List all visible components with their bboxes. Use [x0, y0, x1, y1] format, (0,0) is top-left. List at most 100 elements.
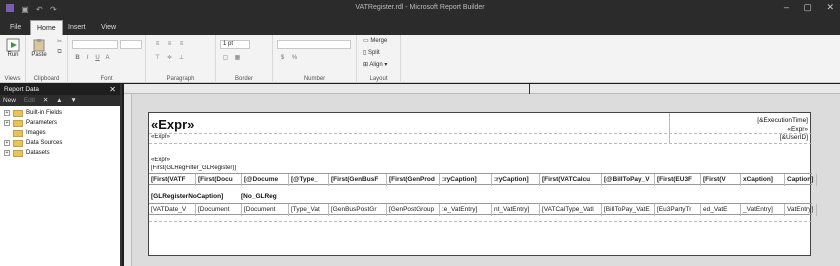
- detail-cell[interactable]: [Type_Vat: [289, 204, 329, 216]
- run-icon: [6, 38, 20, 52]
- underline-icon[interactable]: U: [94, 55, 101, 62]
- tree-item-built-in-fields[interactable]: + Built-in Fields: [0, 108, 120, 118]
- align-top-icon[interactable]: ⊤: [154, 55, 161, 62]
- column-header-cell[interactable]: [First(GenProd: [387, 174, 440, 186]
- paste-icon: [33, 39, 45, 52]
- expand-icon[interactable]: +: [4, 140, 10, 146]
- tab-insert[interactable]: Insert: [62, 20, 92, 35]
- minimize-button[interactable]: –: [784, 2, 789, 12]
- expr-small-textbox-2[interactable]: «Expr»: [151, 157, 170, 163]
- border-style-icon[interactable]: ▢: [222, 55, 229, 62]
- filter-textbox[interactable]: [First(GLRegFilter_GLRegister)]: [151, 165, 236, 171]
- column-header-cell[interactable]: Caption]: [785, 174, 817, 186]
- detail-cell[interactable]: _VatEntry]: [741, 204, 785, 216]
- align-bottom-icon[interactable]: ⊥: [178, 55, 185, 62]
- align-right-icon[interactable]: ≡: [178, 41, 185, 48]
- detail-cell[interactable]: nt_VatEntry]: [492, 204, 540, 216]
- group-caption-textbox[interactable]: [GLRegisterNoCaption]: [151, 193, 223, 200]
- report-body[interactable]: «Expr» [&ExecutionTime] «Expr» [&UserID]…: [148, 112, 817, 256]
- align-button[interactable]: ⊞ Align ▾: [363, 61, 401, 68]
- font-group-label: Font: [100, 76, 113, 82]
- expr-small-textbox[interactable]: «Expr»: [151, 134, 170, 140]
- detail-cell[interactable]: [VATCalType_Vatl: [540, 204, 602, 216]
- detail-cell[interactable]: VatEntry]: [785, 204, 817, 216]
- font-color-icon[interactable]: A: [104, 55, 111, 62]
- border-color-icon[interactable]: ▦: [234, 55, 241, 62]
- move-up-icon[interactable]: ▲: [56, 97, 62, 104]
- detail-cell[interactable]: :e_VatEntry]: [440, 204, 492, 216]
- split-label: Split: [367, 50, 380, 56]
- font-size-combo[interactable]: [120, 40, 142, 49]
- cut-icon[interactable]: ✂: [56, 39, 63, 46]
- tree-item-images[interactable]: Images: [0, 128, 120, 138]
- tree-item-data-sources[interactable]: + Data Sources: [0, 138, 120, 148]
- tree-item-parameters[interactable]: + Parameters: [0, 118, 120, 128]
- user-id-textbox[interactable]: [&UserID]: [780, 134, 808, 141]
- column-header-cell[interactable]: [@Docume: [242, 174, 289, 186]
- detail-cell[interactable]: ed_VatE: [701, 204, 741, 216]
- report-data-tree: + Built-in Fields + Parameters Images + Dat…: [0, 106, 120, 158]
- paste-button[interactable]: Paste: [30, 38, 48, 58]
- column-header-cell[interactable]: xCaption]: [741, 174, 785, 186]
- percent-icon[interactable]: %: [291, 55, 298, 62]
- new-button[interactable]: New: [3, 97, 16, 104]
- split-button[interactable]: ▯ Split: [363, 49, 401, 56]
- expand-icon[interactable]: +: [4, 120, 10, 126]
- tab-home[interactable]: Home: [30, 20, 63, 35]
- edit-button[interactable]: Edit: [24, 97, 35, 104]
- copy-icon[interactable]: ⧉: [56, 49, 63, 56]
- detail-cell[interactable]: [Document: [196, 204, 242, 216]
- column-header-cell[interactable]: [First(EU3F: [655, 174, 701, 186]
- close-button[interactable]: ✕: [826, 2, 834, 12]
- dashed-line: [149, 143, 812, 144]
- expr-right-textbox[interactable]: «Expr»: [787, 126, 808, 133]
- number-format-combo[interactable]: [277, 40, 351, 49]
- column-header-cell[interactable]: [@Type_: [289, 174, 329, 186]
- column-header-cell[interactable]: [First(VATCalcu: [540, 174, 602, 186]
- align-middle-icon[interactable]: ≑: [166, 55, 173, 62]
- column-header-cell[interactable]: [@BillToPay_V: [602, 174, 655, 186]
- align-center-icon[interactable]: ≡: [166, 41, 173, 48]
- column-header-cell[interactable]: [First(VATF: [149, 174, 196, 186]
- column-header-cell[interactable]: [First(Docu: [196, 174, 242, 186]
- detail-cell[interactable]: [GenPostGroup: [387, 204, 440, 216]
- dashed-line: [149, 221, 812, 222]
- design-surface[interactable]: «Expr» [&ExecutionTime] «Expr» [&UserID]…: [124, 84, 840, 266]
- tab-file[interactable]: File: [4, 20, 27, 35]
- bold-icon[interactable]: B: [74, 55, 81, 62]
- execution-time-textbox[interactable]: [&ExecutionTime]: [757, 117, 808, 124]
- column-header-cell[interactable]: :ryCaption]: [492, 174, 540, 186]
- maximize-button[interactable]: ▢: [803, 2, 812, 12]
- currency-icon[interactable]: $: [279, 55, 286, 62]
- tree-item-datasets[interactable]: + Datasets: [0, 148, 120, 158]
- column-header-cell[interactable]: [First(V: [701, 174, 741, 186]
- paragraph-group-label: Paragraph: [166, 76, 195, 82]
- expand-icon[interactable]: +: [4, 150, 10, 156]
- detail-cell[interactable]: [GenBusPostGr: [329, 204, 387, 216]
- views-group: Run Views: [0, 35, 26, 83]
- italic-icon[interactable]: I: [84, 55, 91, 62]
- align-left-icon[interactable]: ≡: [154, 41, 161, 48]
- detail-cell[interactable]: [VATDate_V: [149, 204, 196, 216]
- run-button[interactable]: Run: [4, 38, 22, 58]
- header-divider: [669, 113, 670, 143]
- report-data-pane: Report Data ✕ New Edit ✕ ▲ ▼ + Built-in F…: [0, 84, 122, 266]
- merge-button[interactable]: ▭ Merge: [363, 37, 401, 44]
- tree-item-label: Data Sources: [26, 140, 63, 146]
- column-header-cell[interactable]: [First(GenBusF: [329, 174, 387, 186]
- tab-view[interactable]: View: [95, 20, 122, 35]
- move-down-icon[interactable]: ▼: [70, 97, 76, 104]
- detail-cell[interactable]: [Eu3PartyTr: [655, 204, 701, 216]
- expand-icon[interactable]: +: [4, 110, 10, 116]
- expr-title-textbox[interactable]: «Expr»: [151, 117, 194, 132]
- detail-cell[interactable]: [Document: [242, 204, 289, 216]
- close-pane-icon[interactable]: ✕: [109, 84, 116, 95]
- column-header-cell[interactable]: :ryCaption]: [440, 174, 492, 186]
- border-width-combo[interactable]: 1 pt: [220, 40, 250, 49]
- folder-icon: [13, 150, 23, 157]
- font-family-combo[interactable]: [72, 40, 118, 49]
- group-no-textbox[interactable]: [No_GLReg: [241, 193, 277, 200]
- detail-cell[interactable]: [BillToPay_VatE: [602, 204, 655, 216]
- layout-group: ▭ Merge ▯ Split ⊞ Align ▾ Layout: [357, 35, 401, 83]
- delete-icon[interactable]: ✕: [43, 97, 48, 104]
